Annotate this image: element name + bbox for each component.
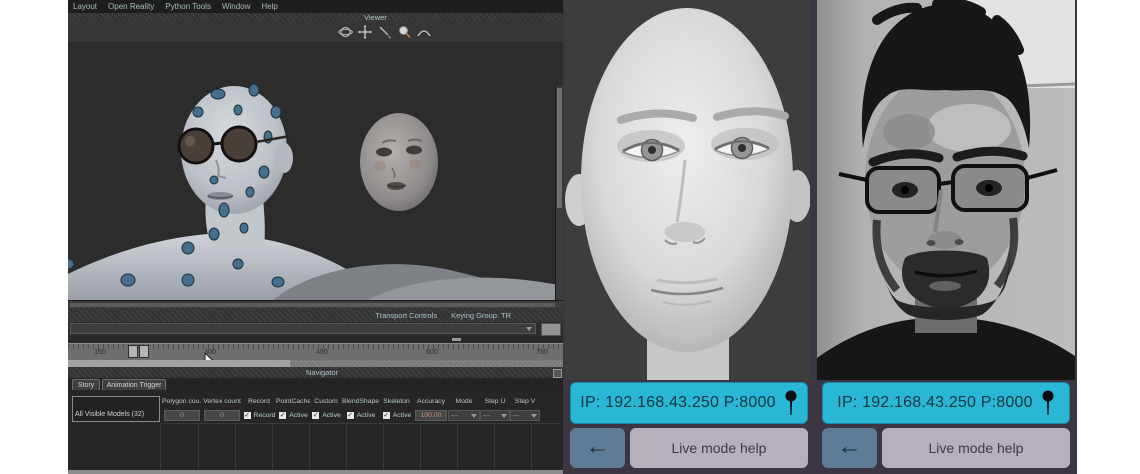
table-header-row: Polygon cou... Vertex count Record Point… <box>162 398 540 409</box>
transport-controls-label: Transport Controls <box>375 311 437 320</box>
chevron-down-icon <box>501 414 507 418</box>
col-pointcache: PointCache <box>276 398 310 409</box>
transport-controls-bar: Transport Controls Keying Group: TR <box>68 308 563 322</box>
col-accuracy: Accuracy <box>414 398 448 409</box>
col-vertex-count: Vertex count <box>202 398 242 409</box>
webcam-photo <box>817 0 1075 380</box>
tab-story[interactable]: Story <box>72 379 100 390</box>
vertex-count-field[interactable]: 0 <box>204 410 240 421</box>
table-left-divider <box>160 423 161 470</box>
live-mode-help-button[interactable]: Live mode help <box>882 428 1070 468</box>
ip-address-text: IP: 192.168.43.250 P:8000 <box>837 394 1032 412</box>
menu-layout[interactable]: Layout <box>73 2 97 11</box>
viewport-render <box>68 42 563 300</box>
models-list-item[interactable]: All Visible Models (32) <box>72 396 160 422</box>
orbit-tool-icon[interactable] <box>337 24 353 39</box>
tab-animation-trigger[interactable]: Animation Trigger <box>102 379 166 390</box>
blendshape-checkbox[interactable] <box>346 411 355 420</box>
menu-bar: Layout Open Reality Python Tools Window … <box>68 0 563 13</box>
viewer-toolbar <box>68 21 563 43</box>
tick-750: 750 <box>536 349 548 356</box>
timeline-range-bar <box>68 336 563 343</box>
col-mode: Mode <box>448 398 480 409</box>
back-arrow-icon: ← <box>838 435 862 459</box>
pin-icon <box>1041 390 1055 416</box>
record-checkbox[interactable] <box>243 411 252 420</box>
viewport-3d[interactable]: (Bag <box>68 42 563 300</box>
navigator-corner-icon[interactable] <box>553 369 562 378</box>
menu-help[interactable]: Help <box>261 2 277 11</box>
table-row: 0 0 Record Active Active Active Active 1… <box>162 409 540 422</box>
pen-tool-icon[interactable] <box>377 24 393 39</box>
timeline-range-marker[interactable] <box>452 338 461 341</box>
col-skeleton: Skeleton <box>379 398 414 409</box>
col-custom: Custom <box>310 398 342 409</box>
live-mode-app-panels: IP: 192.168.43.250 P:8000 ← Live mode he… <box>563 0 1077 474</box>
transport-side-button[interactable] <box>541 323 561 336</box>
timeline-playhead-handle[interactable] <box>139 345 149 358</box>
menu-python-tools[interactable]: Python Tools <box>165 2 211 11</box>
arc-tool-icon[interactable] <box>416 24 432 39</box>
avatar-face-render <box>565 0 810 380</box>
navigator-tabs: Story Animation Trigger <box>68 378 563 390</box>
keying-group-label: Keying Group: TR <box>451 311 511 320</box>
motionbuilder-window: Layout Open Reality Python Tools Window … <box>68 0 563 474</box>
col-polygon-count: Polygon cou... <box>162 398 202 409</box>
col-blendshape: BlendShape <box>342 398 379 409</box>
accuracy-field[interactable]: 100.00 <box>415 410 447 421</box>
take-dropdown[interactable] <box>70 323 536 334</box>
tick-150: 150 <box>94 349 106 356</box>
pan-tool-icon[interactable] <box>357 24 373 39</box>
ip-status-bar: IP: 192.168.43.250 P:8000 <box>822 382 1070 424</box>
animation-trigger-table: All Visible Models (32) Polygon cou... V… <box>68 390 563 474</box>
tick-450: 450 <box>316 349 328 356</box>
pin-icon <box>784 390 798 416</box>
timeline-scrollbar-thumb[interactable] <box>68 360 290 367</box>
pointcache-checkbox[interactable] <box>278 411 287 420</box>
ip-address-text: IP: 192.168.43.250 P:8000 <box>580 394 775 412</box>
custom-checkbox[interactable] <box>311 411 320 420</box>
timeline-ruler[interactable]: 150 300 450 600 750 <box>68 343 563 360</box>
chevron-down-icon <box>471 414 477 418</box>
viewer-title-strip <box>68 13 563 21</box>
col-record: Record <box>242 398 276 409</box>
col-step-u: Step U <box>480 398 510 409</box>
navigator-pane-title: Navigator <box>306 368 338 377</box>
polygon-count-field[interactable]: 0 <box>164 410 200 421</box>
window-bottom-scrollbar[interactable] <box>68 470 563 474</box>
back-button[interactable]: ← <box>570 428 625 468</box>
live-mode-help-button[interactable]: Live mode help <box>630 428 808 468</box>
ip-status-bar: IP: 192.168.43.250 P:8000 <box>570 382 808 424</box>
transport-dropdown-row <box>68 322 563 336</box>
back-button[interactable]: ← <box>822 428 877 468</box>
timeline-scrollbar[interactable] <box>68 360 563 367</box>
avatar-preview-screen <box>565 0 810 380</box>
table-empty-grid <box>162 423 561 470</box>
back-arrow-icon: ← <box>586 435 610 459</box>
chevron-down-icon <box>526 327 532 331</box>
tick-600: 600 <box>426 349 438 356</box>
step-v-dropdown[interactable]: --- <box>510 410 540 421</box>
timeline-playhead[interactable] <box>128 345 138 358</box>
menu-open-reality[interactable]: Open Reality <box>108 2 154 11</box>
mode-dropdown[interactable]: --- <box>448 410 480 421</box>
webcam-preview-screen <box>817 0 1075 380</box>
menu-window[interactable]: Window <box>222 2 250 11</box>
chevron-down-icon <box>531 414 537 418</box>
zoom-tool-icon[interactable] <box>396 24 412 39</box>
step-u-dropdown[interactable]: --- <box>480 410 510 421</box>
skeleton-checkbox[interactable] <box>382 411 391 420</box>
col-step-v: Step V <box>510 398 540 409</box>
screenshot-root: Layout Open Reality Python Tools Window … <box>0 0 1140 474</box>
